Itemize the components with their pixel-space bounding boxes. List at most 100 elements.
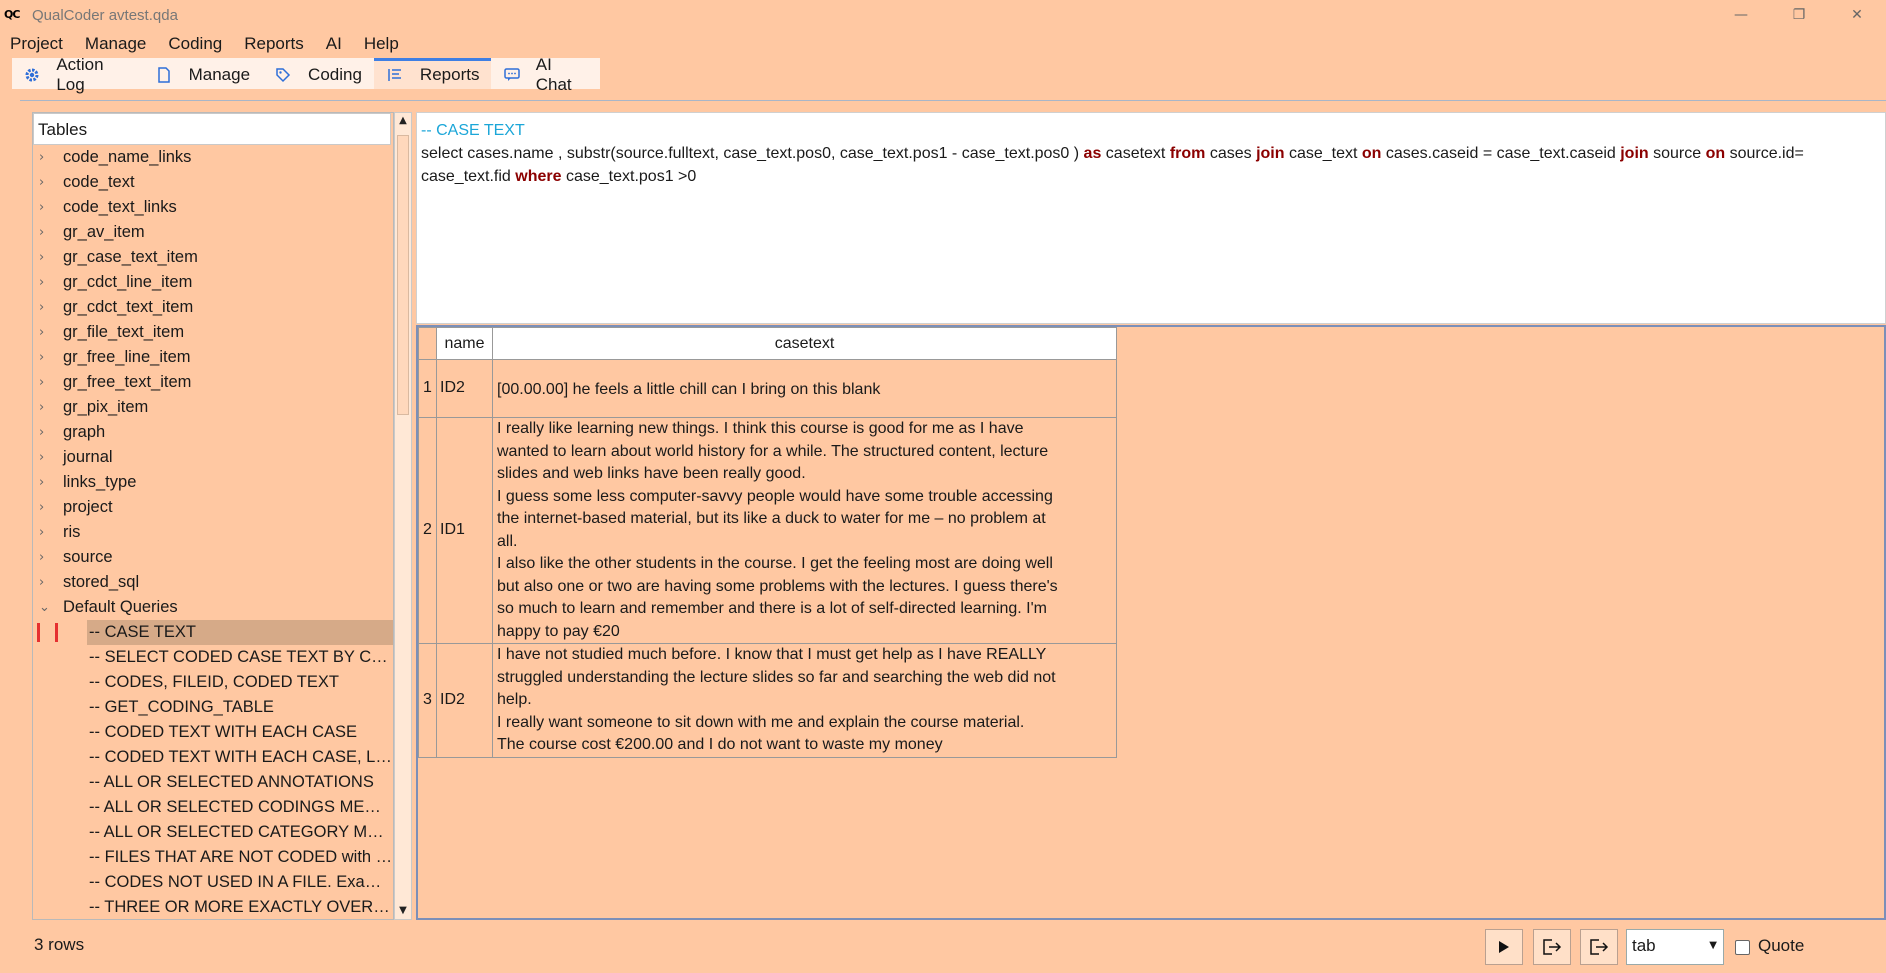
tree-item-query[interactable]: -- THREE OR MORE EXACTLY OVERLAP... bbox=[33, 895, 393, 919]
tree-item-query[interactable]: -- CODED TEXT WITH EACH CASE, LIMI... bbox=[33, 745, 393, 770]
name-cell[interactable]: ID2 bbox=[436, 643, 493, 758]
tree-item-table[interactable]: › project bbox=[33, 495, 393, 520]
chevron-right-icon[interactable]: › bbox=[39, 520, 51, 545]
scroll-down-arrow-icon[interactable]: ▼ bbox=[395, 903, 411, 919]
chevron-down-icon[interactable]: ⌄ bbox=[39, 595, 51, 620]
menu-ai[interactable]: AI bbox=[320, 34, 348, 54]
column-header-name[interactable]: name bbox=[436, 327, 493, 360]
chevron-right-icon[interactable]: › bbox=[39, 470, 51, 495]
chevron-right-icon[interactable]: › bbox=[39, 495, 51, 520]
tree-item-table[interactable]: › journal bbox=[33, 445, 393, 470]
chevron-right-icon[interactable]: › bbox=[39, 295, 51, 320]
table-row[interactable]: 1 ID2 [00.00.00] he feels a little chill c… bbox=[418, 359, 1117, 418]
tree-item-table[interactable]: › stored_sql bbox=[33, 570, 393, 595]
menu-help[interactable]: Help bbox=[358, 34, 405, 54]
tree-scrollbar[interactable]: ▲ ▼ bbox=[394, 112, 412, 920]
menu-coding[interactable]: Coding bbox=[162, 34, 228, 54]
close-button[interactable]: ✕ bbox=[1828, 0, 1886, 30]
export-icon bbox=[1590, 939, 1609, 955]
chevron-right-icon[interactable]: › bbox=[39, 220, 51, 245]
tree-item-table[interactable]: › source bbox=[33, 545, 393, 570]
sql-editor[interactable]: -- CASE TEXT select cases.name , substr(… bbox=[416, 112, 1886, 324]
tab-reports[interactable]: Reports bbox=[373, 58, 492, 89]
row-number-cell[interactable]: 2 bbox=[418, 417, 437, 644]
tree-item-query[interactable]: -- CODED TEXT WITH EACH CASE bbox=[33, 720, 393, 745]
casetext-cell[interactable]: I really like learning new things. I thi… bbox=[492, 417, 1117, 644]
menu-project[interactable]: Project bbox=[4, 34, 69, 54]
menu-manage[interactable]: Manage bbox=[79, 34, 152, 54]
tree-item-table[interactable]: › gr_cdct_text_item bbox=[33, 295, 393, 320]
tree-item-table[interactable]: › code_text_links bbox=[33, 195, 393, 220]
tables-tree[interactable]: Tables › code_name_links › code_text › code… bbox=[32, 112, 394, 920]
chevron-right-icon[interactable]: › bbox=[39, 245, 51, 270]
tree-item-query[interactable]: -- ALL OR SELECTED CODINGS MEMOS bbox=[33, 795, 393, 820]
tab-coding[interactable]: Coding bbox=[262, 58, 374, 89]
chevron-right-icon[interactable]: › bbox=[39, 145, 51, 170]
chevron-right-icon[interactable]: › bbox=[39, 195, 51, 220]
tab-label: AI Chat bbox=[535, 55, 572, 94]
chevron-right-icon[interactable]: › bbox=[39, 270, 51, 295]
tree-item-query[interactable]: -- FILES THAT ARE NOT CODED with c... bbox=[33, 845, 393, 870]
chevron-right-icon[interactable]: › bbox=[39, 420, 51, 445]
chevron-right-icon[interactable]: › bbox=[39, 370, 51, 395]
tree-item-table[interactable]: › gr_file_text_item bbox=[33, 320, 393, 345]
main-tab-bar: Action Log Manage Coding Reports AI Chat bbox=[12, 55, 600, 94]
tree-item-table[interactable]: › links_type bbox=[33, 470, 393, 495]
casetext-cell[interactable]: [00.00.00] he feels a little chill can I… bbox=[492, 359, 1117, 418]
restore-button[interactable]: ❐ bbox=[1770, 0, 1828, 30]
tree-item-query-selected[interactable]: -- CASE TEXT bbox=[33, 620, 393, 645]
run-query-button[interactable] bbox=[1485, 929, 1523, 965]
minimize-button[interactable]: — bbox=[1712, 0, 1770, 30]
tree-item-table[interactable]: › graph bbox=[33, 420, 393, 445]
chevron-right-icon[interactable]: › bbox=[39, 395, 51, 420]
delimiter-select[interactable]: tab ▼ bbox=[1626, 929, 1724, 965]
corner-cell[interactable] bbox=[418, 327, 437, 360]
tree-item-query[interactable]: -- GET_CODING_TABLE bbox=[33, 695, 393, 720]
tree-item-query[interactable]: -- CODES NOT USED IN A FILE. Exampl... bbox=[33, 870, 393, 895]
chevron-right-icon[interactable]: › bbox=[39, 345, 51, 370]
tree-item-table[interactable]: › gr_free_line_item bbox=[33, 345, 393, 370]
export-button[interactable] bbox=[1533, 929, 1571, 965]
tree-group-default-queries[interactable]: ⌄ Default Queries bbox=[33, 595, 393, 620]
name-cell[interactable]: ID1 bbox=[436, 417, 493, 644]
export-all-button[interactable] bbox=[1580, 929, 1618, 965]
row-count-label: 3 rows bbox=[34, 935, 85, 954]
table-row[interactable]: 3 ID2 I have not studied much before. I kn… bbox=[418, 643, 1117, 758]
column-header-casetext[interactable]: casetext bbox=[492, 327, 1117, 360]
tree-item-table[interactable]: › gr_av_item bbox=[33, 220, 393, 245]
chevron-right-icon[interactable]: › bbox=[39, 170, 51, 195]
results-grid[interactable]: name casetext 1 ID2 [00.00.00] he feels a … bbox=[416, 325, 1886, 920]
tab-ai-chat[interactable]: AI Chat bbox=[491, 55, 600, 94]
scroll-thumb[interactable] bbox=[397, 135, 409, 415]
table-row[interactable]: 2 ID1 I really like learning new things. I… bbox=[418, 417, 1117, 644]
chevron-right-icon[interactable]: › bbox=[39, 545, 51, 570]
tree-item-table[interactable]: › code_name_links bbox=[33, 145, 393, 170]
menu-reports[interactable]: Reports bbox=[238, 34, 310, 54]
tab-manage[interactable]: Manage bbox=[143, 58, 262, 89]
app-logo-icon: QC bbox=[4, 8, 20, 21]
tree-item-query[interactable]: -- ALL OR SELECTED ANNOTATIONS bbox=[33, 770, 393, 795]
tree-item-table[interactable]: › ris bbox=[33, 520, 393, 545]
tree-item-query[interactable]: -- CODES, FILEID, CODED TEXT bbox=[33, 670, 393, 695]
tree-item-table[interactable]: › gr_cdct_line_item bbox=[33, 270, 393, 295]
chevron-right-icon[interactable]: › bbox=[39, 570, 51, 595]
tree-item-query[interactable]: -- ALL OR SELECTED CATEGORY MEMOS bbox=[33, 820, 393, 845]
tree-item-table[interactable]: › code_text bbox=[33, 170, 393, 195]
casetext-cell[interactable]: I have not studied much before. I know t… bbox=[492, 643, 1117, 758]
scroll-up-arrow-icon[interactable]: ▲ bbox=[395, 113, 411, 129]
casetext-line: I really want someone to sit down with m… bbox=[497, 713, 1025, 731]
tree-item-table[interactable]: › gr_case_text_item bbox=[33, 245, 393, 270]
tree-item-query[interactable]: -- SELECT CODED CASE TEXT BY CODE ... bbox=[33, 645, 393, 670]
tab-action-log[interactable]: Action Log bbox=[12, 55, 143, 94]
row-number-cell[interactable]: 3 bbox=[418, 643, 437, 758]
casetext-line: I guess some less computer-savvy people … bbox=[497, 487, 1053, 505]
sql-text: select cases.name , substr(source.fullte… bbox=[421, 145, 1084, 162]
name-cell[interactable]: ID2 bbox=[436, 359, 493, 418]
row-number-cell[interactable]: 1 bbox=[418, 359, 437, 418]
casetext-line: The course cost €200.00 and I do not wan… bbox=[497, 736, 943, 753]
chevron-right-icon[interactable]: › bbox=[39, 320, 51, 345]
chevron-right-icon[interactable]: › bbox=[39, 445, 51, 470]
quote-checkbox[interactable] bbox=[1735, 940, 1750, 955]
tree-item-table[interactable]: › gr_free_text_item bbox=[33, 370, 393, 395]
tree-item-table[interactable]: › gr_pix_item bbox=[33, 395, 393, 420]
